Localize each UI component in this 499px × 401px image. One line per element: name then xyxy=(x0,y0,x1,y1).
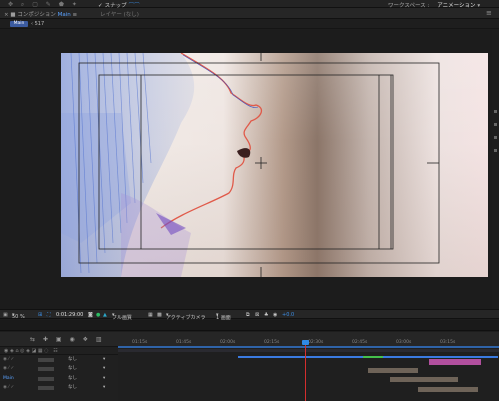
chevron-down-icon[interactable]: ▾ xyxy=(103,365,105,373)
visibility-icon[interactable]: ◉ ⁄ ✓ xyxy=(3,356,14,364)
panel-menu-icon[interactable]: ≡ xyxy=(486,9,492,17)
chevron-down-icon[interactable]: ▾ xyxy=(103,356,105,364)
playhead-handle[interactable] xyxy=(302,340,309,345)
mask-icon[interactable]: ▲ xyxy=(103,312,107,318)
composition-panel-label: コンポジション xyxy=(17,12,56,18)
layer-row[interactable]: ◉ ⁄ ✓ なし ▾ xyxy=(0,365,118,373)
lock-icon[interactable]: ■ xyxy=(10,12,15,18)
side-handle[interactable] xyxy=(494,123,497,126)
views-selector[interactable]: 1 画面 ▾ xyxy=(216,312,231,321)
layer-row[interactable]: ◉ ⁄ ✓ なし ▾ xyxy=(0,356,118,364)
timeline-navigator[interactable] xyxy=(118,346,499,348)
layer-panel-label[interactable]: レイヤー (なし) xyxy=(100,10,139,18)
breadcrumb-item[interactable]: 517 xyxy=(35,21,45,27)
camera-selector[interactable]: アクティブカメラ ▾ xyxy=(166,312,205,321)
layer-row[interactable]: ◉ ⁄ ✓ なし ▾ xyxy=(0,384,118,392)
chevron-down-icon[interactable]: ▾ xyxy=(103,375,105,383)
chevron-down-icon[interactable]: ▾ xyxy=(103,384,105,392)
timeline-tracks[interactable] xyxy=(118,347,499,401)
column-header: ◉ ◈ ⌂ ◎ ◈ ◪ ▦ ◌ ☷ xyxy=(0,347,118,355)
layer-name[interactable]: Main xyxy=(3,375,14,383)
visibility-icon[interactable]: ◉ ⁄ ✓ xyxy=(3,365,14,373)
viewer-controls: ▣ 50 % ▾ ⊞ ⛶ 0:01:29:00 ◙ ● ▲ フル画質 ▾ ▦ ▩… xyxy=(0,309,499,321)
snapshot-icon[interactable]: ◙ xyxy=(88,312,93,318)
parent-value[interactable]: なし xyxy=(68,365,77,373)
sketch-face-drawing xyxy=(61,53,440,277)
resolution-selector[interactable]: フル画質 ▾ xyxy=(112,312,132,321)
playhead[interactable] xyxy=(305,340,306,401)
side-handle[interactable] xyxy=(494,149,497,152)
work-area-bar[interactable] xyxy=(118,349,499,352)
timeline-header: ⇆ ✚ ▣ ◉ ❖ ▥ 01:15s 01:45s 02:00s 02:15s … xyxy=(0,332,499,347)
layer-columns: ◉ ◈ ⌂ ◎ ◈ ◪ ▦ ◌ ☷ ◉ ⁄ ✓ なし ▾ ◉ ⁄ ✓ なし ▾ … xyxy=(0,347,118,401)
composition-frame[interactable] xyxy=(61,53,488,277)
composition-tabs: Main ‹ 517 xyxy=(0,19,499,29)
visibility-icon[interactable]: ◉ ⁄ ✓ xyxy=(3,384,14,392)
ruler-label: 02:00s xyxy=(220,340,236,345)
application-toolbar: ✥ ⌕ ▢ ✎ ⬟ ✦ ✓ スナップ ⌒⌒ ワークスペース : アニメーション ▾ xyxy=(0,0,499,9)
layer-switches[interactable] xyxy=(38,386,54,390)
ruler-label: 02:45s xyxy=(352,340,368,345)
keyframe-range[interactable] xyxy=(363,356,383,358)
camera-icon[interactable]: ⛶ xyxy=(47,312,51,318)
zoom-selector[interactable]: 50 % ▾ xyxy=(12,312,25,320)
ruler-label: 03:00s xyxy=(396,340,412,345)
layer-bar-magenta[interactable] xyxy=(429,359,481,365)
reset-exposure-icon[interactable]: ◉ xyxy=(273,312,277,318)
ruler-label: 01:45s xyxy=(176,340,192,345)
layer-bar[interactable] xyxy=(368,368,418,373)
ruler-label: 02:15s xyxy=(264,340,280,345)
parent-value[interactable]: なし xyxy=(68,356,77,364)
viewer-side-strip xyxy=(492,100,499,250)
flowchart-icon[interactable]: ♣ xyxy=(264,312,268,318)
ruler-label: 01:15s xyxy=(132,340,148,345)
parent-value[interactable]: なし xyxy=(68,375,77,383)
3d-icon[interactable]: ⊠ xyxy=(255,312,259,318)
layer-switches[interactable] xyxy=(38,358,54,362)
breadcrumb[interactable]: ‹ 517 xyxy=(31,21,44,27)
breadcrumb-separator: ‹ xyxy=(31,21,33,27)
timeline-panel: ⇆ ✚ ▣ ◉ ❖ ▥ 01:15s 01:45s 02:00s 02:15s … xyxy=(0,332,499,401)
comp-menu-icon[interactable]: ≡ xyxy=(72,12,77,18)
side-handle[interactable] xyxy=(494,136,497,139)
composition-name[interactable]: Main xyxy=(58,12,71,18)
grid-icon[interactable]: ▦ xyxy=(148,312,153,318)
region-icon[interactable]: ▣ xyxy=(3,312,8,318)
layer-switches[interactable] xyxy=(38,377,54,381)
panel-close-icon[interactable]: × xyxy=(4,12,9,18)
render-icon[interactable]: ⧉ xyxy=(246,312,250,318)
composition-panel-header: × ■ コンポジション Main ≡ レイヤー (なし) ≡ xyxy=(0,8,499,19)
layer-row[interactable]: Main なし ▾ xyxy=(0,375,118,383)
layer-switches[interactable] xyxy=(38,367,54,371)
layer-bar[interactable] xyxy=(418,387,478,392)
exposure-value[interactable]: +0.0 xyxy=(282,312,294,318)
panel-divider[interactable] xyxy=(0,320,499,331)
layer-bar[interactable] xyxy=(390,377,458,382)
ruler-label: 02:30s xyxy=(308,340,324,345)
color-icon[interactable]: ● xyxy=(96,312,100,318)
timeline-tool-icons[interactable]: ⇆ ✚ ▣ ◉ ❖ ▥ xyxy=(30,336,105,343)
ruler-label: 03:15s xyxy=(440,340,456,345)
side-handle[interactable] xyxy=(494,110,497,113)
transparency-icon[interactable]: ▩ xyxy=(157,312,162,318)
timecode[interactable]: 0:01:29:00 xyxy=(56,312,83,318)
fit-icon[interactable]: ⊞ xyxy=(38,312,42,318)
parent-value[interactable]: なし xyxy=(68,384,77,392)
tab-main[interactable]: Main xyxy=(10,21,28,27)
